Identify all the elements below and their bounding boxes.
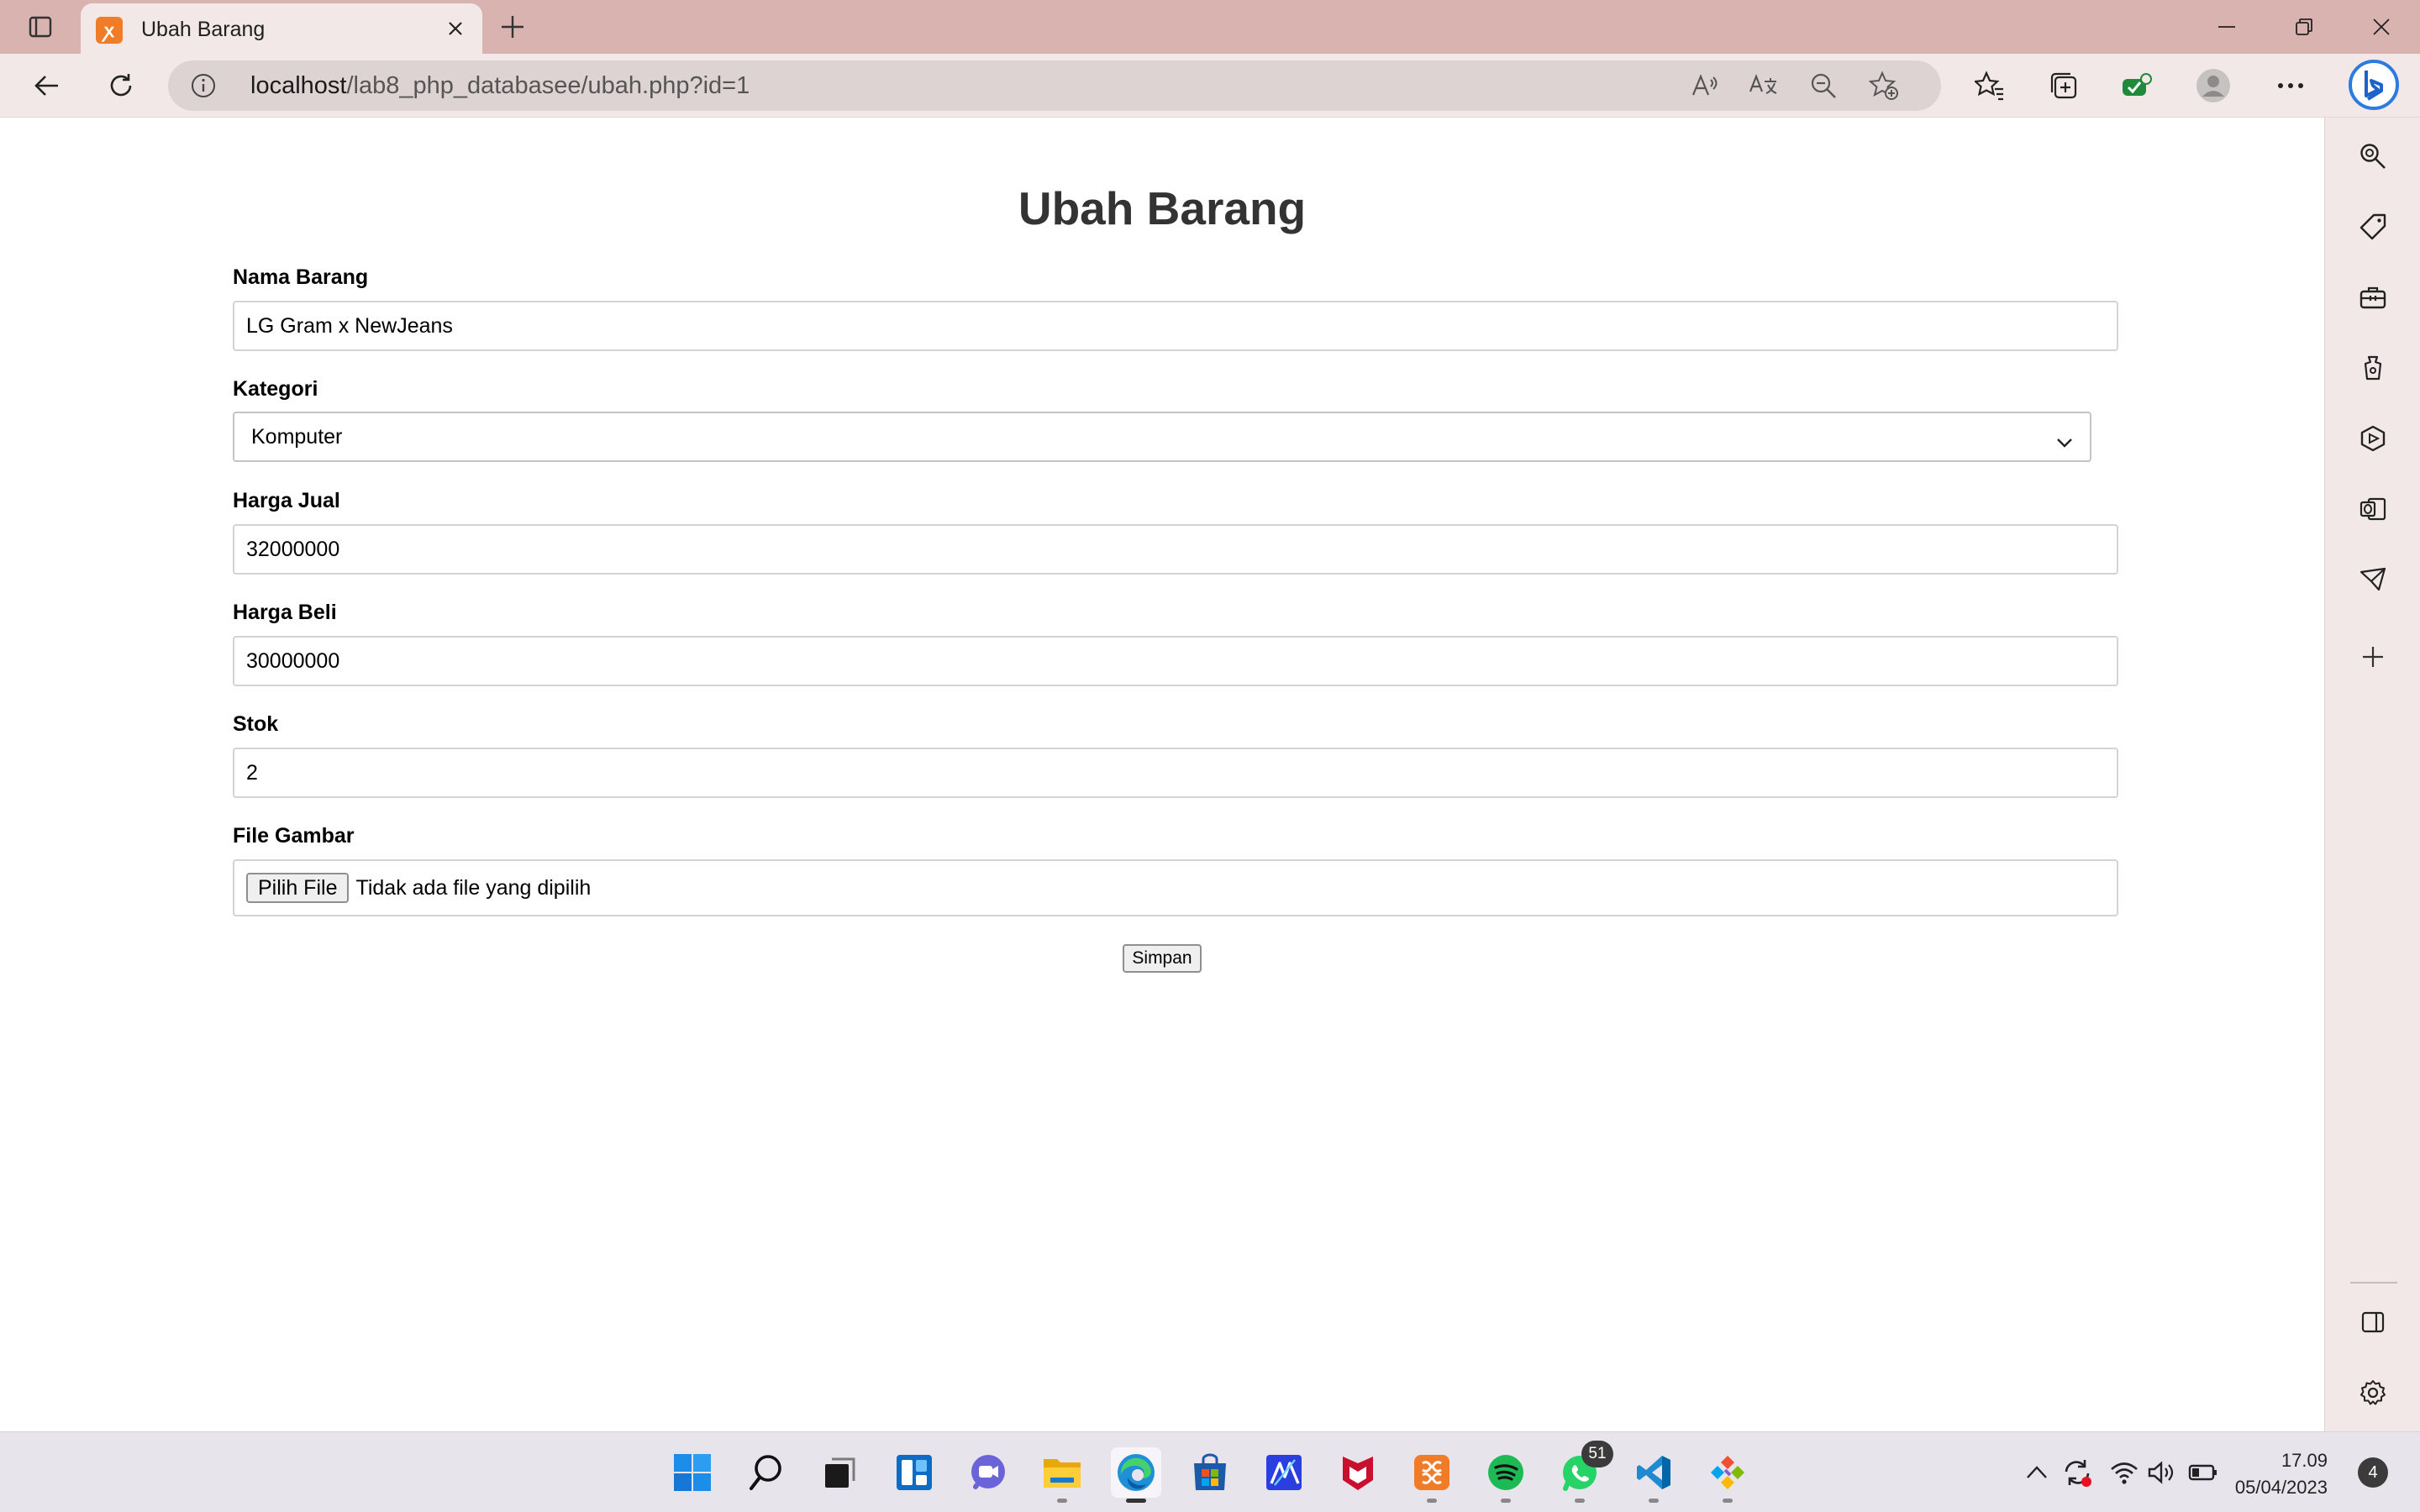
minimize-icon[interactable] (2188, 0, 2265, 54)
clock-date: 05/04/2023 (2234, 1477, 2328, 1498)
settings-gear-icon[interactable] (2353, 1373, 2393, 1413)
running-indicator (1649, 1499, 1659, 1503)
bing-copilot-icon[interactable] (2348, 59, 2400, 111)
nama-barang-label: Nama Barang (233, 265, 369, 289)
simpan-button[interactable]: Simpan (1123, 944, 1202, 973)
extension-icon[interactable] (2116, 66, 2156, 106)
kategori-label: Kategori (233, 377, 318, 401)
drop-send-icon[interactable] (2353, 559, 2393, 600)
running-indicator (1723, 1499, 1733, 1503)
running-indicator (1126, 1499, 1146, 1503)
vscode-icon[interactable] (1628, 1447, 1679, 1503)
show-hidden-icons-chevron-up-icon[interactable] (2020, 1456, 2054, 1489)
harga-jual-value: 32000000 (246, 537, 340, 561)
chevron-down-icon (2056, 430, 2073, 454)
task-view-icon[interactable] (815, 1447, 865, 1498)
harga-jual-label: Harga Jual (233, 489, 340, 512)
zoom-out-icon[interactable] (1805, 67, 1842, 104)
microsoft-store-icon[interactable] (1185, 1447, 1235, 1498)
outlook-icon[interactable] (2353, 489, 2393, 529)
address-bar[interactable]: localhost/lab8_php_databasee/ubah.php?id… (168, 60, 1941, 111)
back-arrow-icon[interactable] (27, 66, 67, 106)
profile-avatar-icon[interactable] (2193, 66, 2233, 106)
read-aloud-icon[interactable] (1686, 67, 1723, 104)
harga-beli-input[interactable]: 30000000 (233, 636, 2118, 686)
page-content: Ubah Barang Nama Barang LG Gram x NewJea… (0, 118, 2324, 1431)
harga-beli-label: Harga Beli (233, 601, 337, 624)
tab-title: Ubah Barang (141, 18, 266, 41)
restore-icon[interactable] (2265, 0, 2343, 54)
site-info-icon[interactable] (190, 72, 217, 99)
notification-center-badge[interactable]: 4 (2358, 1457, 2388, 1488)
choose-file-button[interactable]: Pilih File (246, 873, 350, 903)
app-icon[interactable] (1259, 1447, 1309, 1498)
url-text[interactable]: localhost/lab8_php_databasee/ubah.php?id… (250, 72, 750, 100)
teams-chat-icon[interactable] (963, 1447, 1013, 1498)
xampp-favicon-icon: ꭗ (96, 17, 123, 44)
kategori-select[interactable]: Komputer (233, 412, 2091, 462)
clock-time: 17.09 (2281, 1450, 2328, 1471)
spotify-icon[interactable] (1481, 1447, 1531, 1503)
nama-barang-input[interactable]: LG Gram x NewJeans (233, 301, 2118, 351)
whatsapp-icon[interactable]: 51 (1555, 1441, 1613, 1503)
browser-toolbar: localhost/lab8_php_databasee/ubah.php?id… (0, 54, 2420, 118)
harga-beli-value: 30000000 (246, 648, 340, 673)
stok-input[interactable]: 2 (233, 748, 2118, 798)
page-title: Ubah Barang (1018, 182, 1307, 234)
nama-barang-value: LG Gram x NewJeans (246, 313, 453, 338)
search-icon[interactable] (2353, 136, 2393, 176)
edge-sidebar (2324, 118, 2420, 1431)
harga-jual-input[interactable]: 32000000 (233, 524, 2118, 575)
file-explorer-icon[interactable] (1037, 1447, 1087, 1503)
url-path: /lab8_php_databasee/ubah.php?id=1 (346, 72, 750, 99)
widgets-icon[interactable] (889, 1447, 939, 1498)
add-sidebar-app-icon[interactable] (2353, 637, 2393, 677)
tab-actions-icon[interactable] (20, 8, 60, 45)
volume-icon[interactable] (2144, 1456, 2178, 1489)
file-status-text: Tidak ada file yang dipilih (355, 875, 592, 900)
battery-icon[interactable] (2186, 1456, 2220, 1489)
git-icon[interactable] (1702, 1447, 1753, 1503)
running-indicator (1057, 1499, 1067, 1503)
running-indicator (1575, 1499, 1585, 1503)
hide-sidebar-icon[interactable] (2353, 1302, 2393, 1342)
new-tab-icon[interactable] (492, 7, 533, 47)
collections-icon[interactable] (2044, 66, 2084, 106)
wifi-icon[interactable] (2107, 1456, 2141, 1489)
games-icon[interactable] (2353, 348, 2393, 388)
close-tab-icon[interactable] (440, 13, 471, 44)
shopping-tag-icon[interactable] (2353, 207, 2393, 247)
active-tab[interactable]: ꭗ Ubah Barang (81, 3, 482, 54)
translate-icon[interactable] (1744, 67, 1781, 104)
microsoft-365-icon[interactable] (2353, 418, 2393, 459)
running-indicator (1501, 1499, 1511, 1503)
xampp-icon[interactable] (1407, 1447, 1457, 1503)
stok-value: 2 (246, 760, 258, 785)
file-gambar-input[interactable]: Pilih File Tidak ada file yang dipilih (233, 859, 2118, 916)
running-indicator (1427, 1499, 1437, 1503)
favorites-icon[interactable] (1970, 66, 2010, 106)
windows-taskbar: 51 17.09 05/04/2023 4 (0, 1431, 2420, 1512)
notification-badge: 51 (1581, 1441, 1613, 1467)
url-host: localhost (250, 72, 347, 99)
mcafee-icon[interactable] (1333, 1447, 1383, 1498)
kategori-value: Komputer (251, 424, 343, 449)
tools-briefcase-icon[interactable] (2353, 277, 2393, 318)
edge-icon[interactable] (1111, 1447, 1161, 1503)
file-gambar-label: File Gambar (233, 824, 355, 848)
browser-title-bar: ꭗ Ubah Barang (0, 0, 2420, 54)
more-options-icon[interactable] (2270, 66, 2311, 106)
sidebar-divider (2350, 1282, 2397, 1284)
add-favorite-icon[interactable] (1865, 67, 1902, 104)
close-window-icon[interactable] (2343, 0, 2420, 54)
clock[interactable]: 17.09 05/04/2023 (2227, 1447, 2328, 1501)
start-icon[interactable] (667, 1447, 718, 1498)
sync-icon[interactable] (2060, 1456, 2094, 1489)
search-icon[interactable] (741, 1447, 792, 1498)
stok-label: Stok (233, 712, 279, 736)
refresh-icon[interactable] (101, 66, 141, 106)
